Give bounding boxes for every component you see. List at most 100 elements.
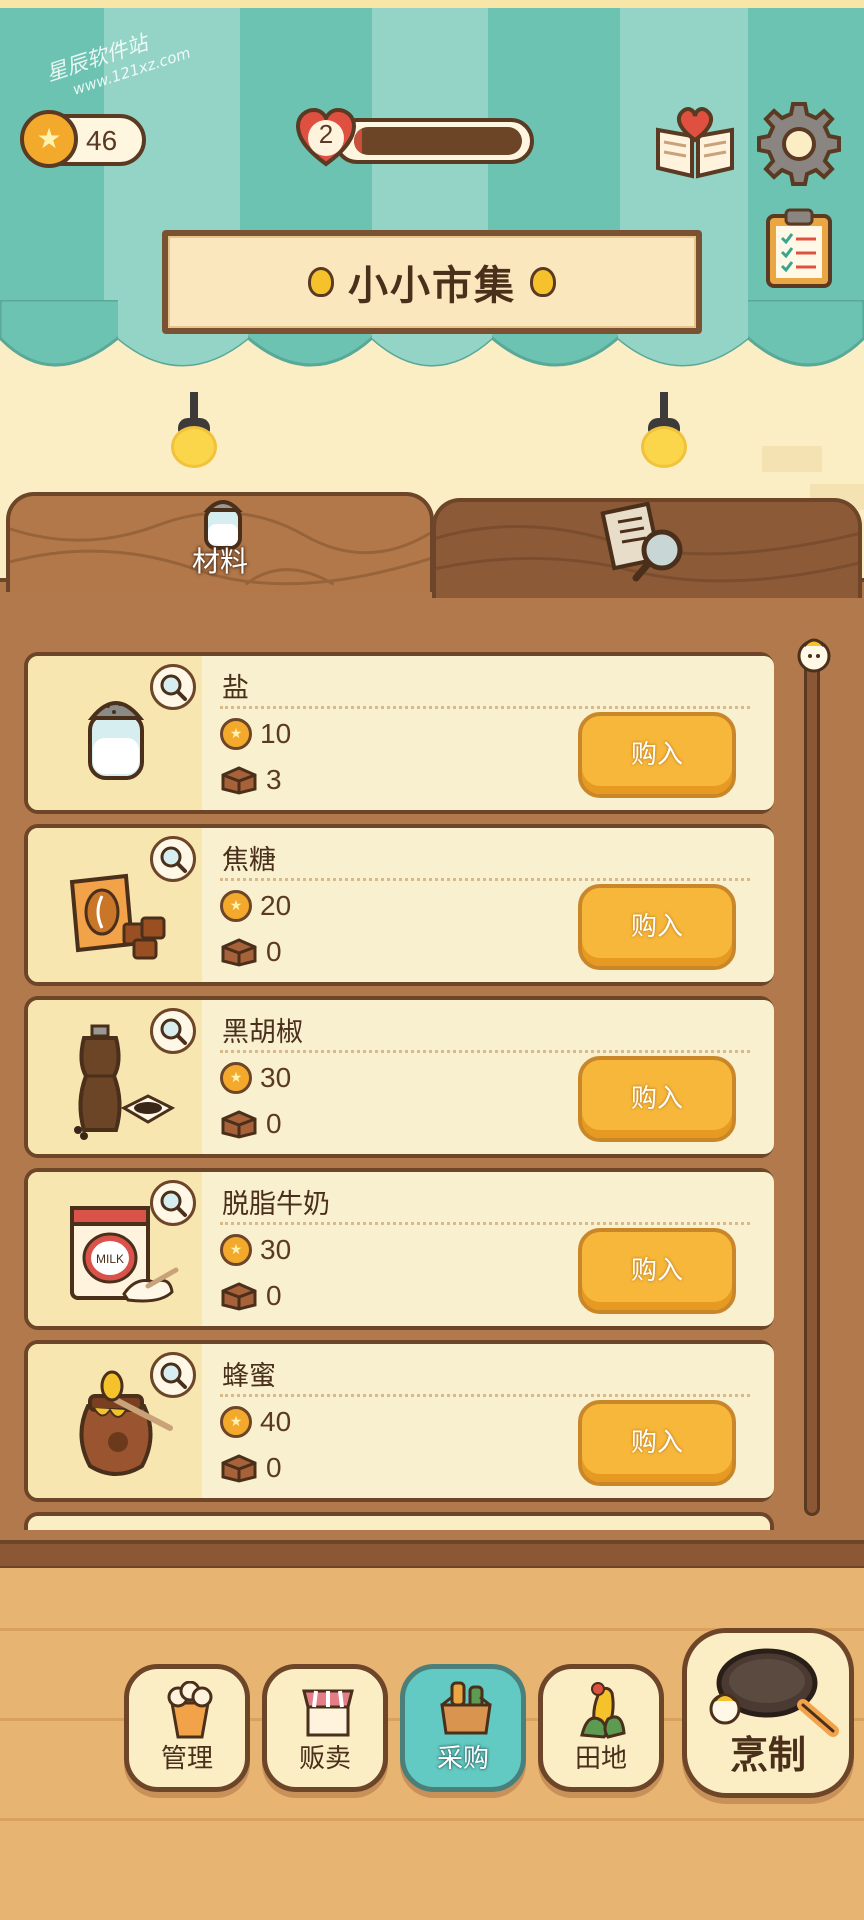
buy-button-label: 购入 <box>630 739 683 770</box>
nav-purchase-button[interactable]: 采购 <box>400 1664 526 1792</box>
buy-button[interactable]: 购入 <box>578 1056 736 1142</box>
item-stock: 3 <box>220 764 282 796</box>
awning: 星辰软件站 www.121xz.com <box>0 0 864 400</box>
page-title: 小小市集 <box>348 263 516 309</box>
list-item: 盐 ★ 10 3 购入 <box>24 652 774 814</box>
magnifier-icon <box>160 1018 187 1045</box>
hanging-lamp <box>640 392 688 468</box>
item-name: 焦糖 <box>222 845 276 876</box>
item-stock: 0 <box>220 936 282 968</box>
info-magnifier-button[interactable] <box>150 1008 196 1054</box>
nav-purchase-label: 采购 <box>436 1744 489 1774</box>
crate-icon <box>221 938 257 967</box>
list-item: 黑胡椒 ★ 30 0 购入 <box>24 996 774 1158</box>
nav-sell-label: 贩卖 <box>298 1744 351 1774</box>
newspaper-magnifier-icon <box>600 502 683 582</box>
wall-decoration <box>762 446 822 472</box>
supply-box-icon <box>440 1681 492 1735</box>
shop-sign: 小小市集 <box>162 230 702 334</box>
buy-button-label: 购入 <box>630 1083 683 1114</box>
corn-icon <box>580 1682 626 1739</box>
popcorn-bucket-icon <box>167 1681 213 1739</box>
cook-button-label: 烹制 <box>729 1733 806 1777</box>
item-price: ★ 30 <box>220 1062 291 1094</box>
coin-count: 46 <box>86 125 118 156</box>
tab-materials[interactable]: 材料 <box>6 492 434 592</box>
coin-icon: ★ <box>220 1062 252 1094</box>
price-value: 30 <box>260 1062 292 1093</box>
gear-icon[interactable] <box>756 100 842 186</box>
stock-value: 3 <box>266 764 282 795</box>
crate-icon <box>221 766 257 795</box>
chick-scroll-handle-icon[interactable] <box>794 634 834 674</box>
shop-stall-icon <box>302 1689 354 1737</box>
scrollbar[interactable] <box>804 660 820 1516</box>
crate-icon <box>221 1454 257 1483</box>
list-item: 焦糖 ★ 20 0 购入 <box>24 824 774 986</box>
crate-icon <box>221 1282 257 1311</box>
panel-bottom-edge <box>0 1540 864 1570</box>
crate-icon <box>221 1110 257 1139</box>
item-price: ★ 30 <box>220 1234 291 1266</box>
item-price: ★ 10 <box>220 718 291 750</box>
price-value: 30 <box>260 1234 292 1265</box>
buy-button[interactable]: 购入 <box>578 712 736 798</box>
info-magnifier-button[interactable] <box>150 664 196 710</box>
tab-materials-label: 材料 <box>192 545 249 578</box>
buy-button[interactable]: 购入 <box>578 884 736 970</box>
coin-icon: ★ <box>220 1406 252 1438</box>
chick-icon <box>308 267 334 297</box>
milk-can-label: MILK <box>96 1252 124 1266</box>
coin-icon: ★ <box>220 890 252 922</box>
item-name: 盐 <box>222 673 249 704</box>
level-number: 2 <box>318 119 334 149</box>
item-stock: 0 <box>220 1280 282 1312</box>
price-value: 40 <box>260 1406 292 1437</box>
info-magnifier-button[interactable] <box>150 1180 196 1226</box>
info-magnifier-button[interactable] <box>150 836 196 882</box>
nav-farm-button[interactable]: 田地 <box>538 1664 664 1792</box>
chick-icon <box>530 267 556 297</box>
salt-shaker-icon <box>87 701 145 780</box>
item-stock: 0 <box>220 1108 282 1140</box>
info-magnifier-button[interactable] <box>150 1352 196 1398</box>
stock-value: 0 <box>266 1280 282 1311</box>
stock-value: 0 <box>266 1108 282 1139</box>
magnifier-icon <box>160 846 187 873</box>
stock-value: 0 <box>266 1452 282 1483</box>
heart-level-icon: 2 <box>294 106 358 170</box>
coin-icon: ★ <box>20 110 78 168</box>
cook-button[interactable]: 烹制 <box>682 1628 854 1798</box>
list-item <box>24 1512 774 1530</box>
magnifier-icon <box>160 1362 187 1389</box>
buy-button-label: 购入 <box>630 1255 683 1286</box>
buy-button[interactable]: 购入 <box>578 1400 736 1486</box>
item-name: 蜂蜜 <box>222 1361 276 1392</box>
buy-button-label: 购入 <box>630 911 683 942</box>
hanging-lamp <box>170 392 218 468</box>
list-item: 蜂蜜 ★ 40 0 购入 <box>24 1340 774 1502</box>
magnifier-icon <box>160 674 187 701</box>
stock-value: 0 <box>266 936 282 967</box>
item-price: ★ 20 <box>220 890 291 922</box>
awning-top-edge <box>0 0 864 8</box>
magnifier-icon <box>160 1190 187 1217</box>
list-item: MILK 脱脂牛奶 ★ 30 0 购入 <box>24 1168 774 1330</box>
coin-icon: ★ <box>220 718 252 750</box>
nav-manage-button[interactable]: 管理 <box>124 1664 250 1792</box>
item-name: 脱脂牛奶 <box>222 1189 330 1220</box>
nav-farm-label: 田地 <box>574 1744 627 1774</box>
level-progress-bar <box>334 118 534 164</box>
price-value: 20 <box>260 890 292 921</box>
coin-icon: ★ <box>220 1234 252 1266</box>
buy-button-label: 购入 <box>630 1427 683 1458</box>
item-stock: 0 <box>220 1452 282 1484</box>
price-value: 10 <box>260 718 292 749</box>
recipe-book-heart-icon[interactable] <box>652 106 738 180</box>
tab-news[interactable] <box>432 498 862 598</box>
clipboard-checklist-icon[interactable] <box>764 208 834 290</box>
nav-sell-button[interactable]: 贩卖 <box>262 1664 388 1792</box>
buy-button[interactable]: 购入 <box>578 1228 736 1314</box>
item-price: ★ 40 <box>220 1406 291 1438</box>
item-list[interactable]: 盐 ★ 10 3 购入 焦糖 ★ 20 0 购入 黑胡椒 ★ 30 0 购入 M… <box>24 650 774 1530</box>
